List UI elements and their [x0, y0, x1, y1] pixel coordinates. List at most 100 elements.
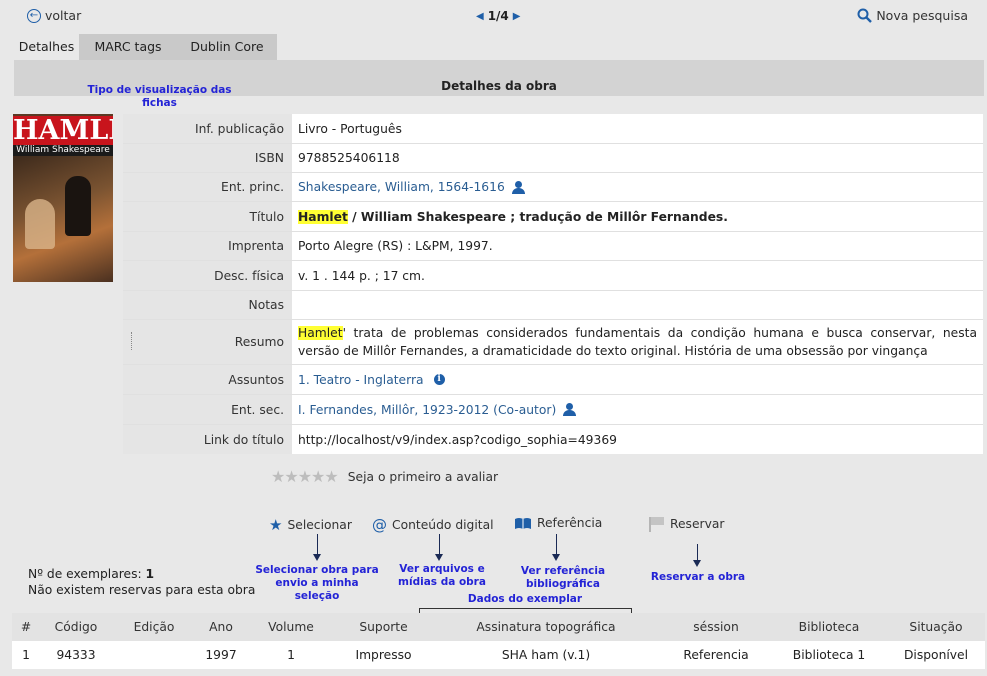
- field-value: v. 1 . 144 p. ; 17 cm.: [292, 261, 983, 290]
- field-value: Livro - Português: [292, 114, 983, 143]
- select-label: Selecionar: [287, 518, 352, 532]
- new-search-button[interactable]: Nova pesquisa: [857, 8, 968, 23]
- info-icon[interactable]: i: [433, 374, 445, 385]
- cover-author: William Shakespeare: [13, 145, 113, 156]
- view-tabs: Detalhes MARC tags Dublin Core: [14, 34, 277, 60]
- title-text: / William Shakespeare ; tradução de Mill…: [347, 209, 728, 224]
- new-search-label: Nova pesquisa: [876, 8, 968, 23]
- pager-label: 1/4: [487, 9, 509, 23]
- table-cell: Biblioteca 1: [792, 648, 866, 662]
- field-value: Hamlet / William Shakespeare ; tradução …: [292, 202, 983, 231]
- field-value: 1. Teatro - Inglaterra i: [292, 365, 983, 394]
- cover-figure: [25, 199, 55, 249]
- field-value: Porto Alegre (RS) : L&PM, 1997.: [292, 232, 983, 260]
- copies-count: Nº de exemplares: 1: [28, 566, 255, 582]
- annotation-arrow: [697, 544, 698, 560]
- reserve-button[interactable]: Reservar: [648, 516, 724, 532]
- detail-row-secondary-entry: Ent. sec. I. Fernandes, Millôr, 1923-201…: [123, 395, 983, 425]
- record-details: Inf. publicação Livro - Português ISBN 9…: [123, 114, 983, 454]
- field-value: http://localhost/v9/index.asp?codigo_sop…: [292, 425, 983, 454]
- copies-table: # Código Edição Ano Volume Suporte Assin…: [12, 613, 985, 669]
- summary-highlight: Hamlet: [298, 326, 343, 340]
- annotation-arrowhead: [693, 560, 701, 567]
- field-label: Resumo: [123, 320, 292, 364]
- table-header: # Código Edição Ano Volume Suporte Assin…: [12, 613, 985, 641]
- next-record-icon[interactable]: ▶: [513, 11, 521, 22]
- back-button[interactable]: ← voltar: [27, 8, 81, 23]
- detail-row-title: Título Hamlet / William Shakespeare ; tr…: [123, 202, 983, 232]
- detail-row-publication: Inf. publicação Livro - Português: [123, 114, 983, 144]
- table-cell: Impresso: [355, 648, 412, 662]
- flag-icon: [649, 517, 664, 532]
- table-cell: SHA ham (v.1): [501, 648, 591, 662]
- digital-content-label: Conteúdo digital: [392, 518, 494, 532]
- column-header: Volume: [268, 620, 314, 634]
- column-header: Ano: [209, 620, 233, 634]
- detail-row-main-entry: Ent. princ. Shakespeare, William, 1564-1…: [123, 173, 983, 202]
- book-icon: [515, 517, 531, 529]
- detail-row-link: Link do título http://localhost/v9/index…: [123, 425, 983, 454]
- field-label: Desc. física: [123, 261, 292, 290]
- field-value: [292, 291, 983, 319]
- star-icon: ★: [269, 516, 283, 534]
- author-link[interactable]: Shakespeare, William, 1564-1616: [298, 180, 505, 194]
- field-label: Assuntos: [123, 365, 292, 394]
- reference-button[interactable]: Referência: [514, 516, 602, 530]
- field-label: Link do título: [123, 425, 292, 454]
- pager: ◀ 1/4 ▶: [476, 9, 521, 23]
- select-button[interactable]: ★ Selecionar: [269, 516, 352, 534]
- field-label: Inf. publicação: [123, 114, 292, 143]
- secondary-author-link[interactable]: I. Fernandes, Millôr, 1923-2012 (Co-auto…: [298, 403, 556, 417]
- table-cell: 1: [287, 648, 295, 662]
- detail-row-physical: Desc. física v. 1 . 144 p. ; 17 cm.: [123, 261, 983, 291]
- search-refresh-icon: [857, 8, 873, 23]
- column-header: Situação: [909, 620, 963, 634]
- field-value: Shakespeare, William, 1564-1616: [292, 173, 983, 201]
- rating-widget: ★★★★★ Seja o primeiro a avaliar: [271, 467, 498, 486]
- table-cell: Disponível: [903, 648, 969, 662]
- field-value: 9788525406118: [292, 144, 983, 172]
- column-header: Código: [54, 620, 98, 634]
- field-label: Título: [123, 202, 292, 231]
- column-header: Edição: [133, 620, 175, 634]
- copy-data-annotation: Dados do exemplar: [467, 593, 583, 605]
- annotation-arrowhead: [313, 554, 321, 561]
- digital-content-annotation: Ver arquivos e mídias da obra: [398, 563, 486, 588]
- copies-info: Nº de exemplares: 1 Não existem reservas…: [28, 566, 255, 598]
- rating-stars-icon[interactable]: ★★★★★: [271, 467, 339, 486]
- book-cover: HAMLET William Shakespeare: [13, 114, 113, 282]
- column-header: Assinatura topográfica: [476, 620, 616, 634]
- column-header: séssion: [693, 620, 739, 634]
- copies-count-label: Nº de exemplares:: [28, 567, 146, 581]
- field-label: Ent. sec.: [123, 395, 292, 424]
- subject-link[interactable]: 1. Teatro - Inglaterra: [298, 373, 424, 387]
- column-header: Biblioteca: [798, 620, 860, 634]
- person-icon[interactable]: [563, 403, 577, 416]
- summary-text: ' trata de problemas considerados fundam…: [298, 326, 977, 358]
- resize-handle[interactable]: [131, 332, 133, 350]
- annotation-arrow: [317, 534, 318, 554]
- annotation-arrow: [556, 534, 557, 554]
- top-bar: ← voltar ◀ 1/4 ▶ Nova pesquisa: [0, 0, 987, 33]
- detail-row-isbn: ISBN 9788525406118: [123, 144, 983, 173]
- field-label: Ent. princ.: [123, 173, 292, 201]
- person-icon[interactable]: [511, 180, 525, 194]
- title-highlight: Hamlet: [298, 209, 348, 224]
- field-label: ISBN: [123, 144, 292, 172]
- copies-count-value: 1: [145, 567, 155, 581]
- reference-annotation: Ver referência bibliográfica: [520, 565, 606, 590]
- field-label: Notas: [123, 291, 292, 319]
- table-row[interactable]: 1 94333 1997 1 Impresso SHA ham (v.1) Re…: [12, 641, 985, 669]
- detail-row-imprint: Imprenta Porto Alegre (RS) : L&PM, 1997.: [123, 232, 983, 261]
- arrow-left-icon: ←: [27, 8, 41, 23]
- tab-marc-tags[interactable]: MARC tags: [79, 34, 177, 60]
- tab-dublin-core[interactable]: Dublin Core: [177, 34, 277, 60]
- detail-row-subjects: Assuntos 1. Teatro - Inglaterra i: [123, 365, 983, 395]
- digital-content-button[interactable]: @ Conteúdo digital: [372, 516, 494, 534]
- reservations-status: Não existem reservas para esta obra: [28, 583, 256, 597]
- reference-label: Referência: [537, 516, 603, 530]
- prev-record-icon[interactable]: ◀: [476, 11, 484, 22]
- summary-label: Resumo: [234, 335, 284, 349]
- tab-details[interactable]: Detalhes: [14, 34, 79, 60]
- back-label: voltar: [45, 8, 82, 23]
